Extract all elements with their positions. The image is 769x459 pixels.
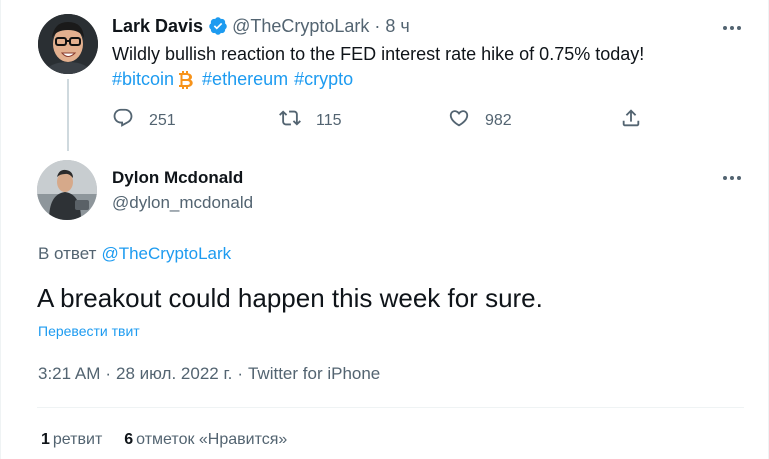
likes-count: 6 [124, 431, 134, 448]
thread-connector-line [67, 79, 69, 151]
retweet-count: 115 [316, 111, 342, 129]
retweet-button[interactable]: 115 [279, 107, 342, 134]
tweet-metadata: 3:21 AM · 28 июл. 2022 г. · Twitter for iPho… [38, 362, 380, 386]
bitcoin-emoji-icon [177, 69, 195, 89]
more-options-icon[interactable] [720, 16, 744, 40]
separator-dot: · [105, 364, 112, 383]
share-button[interactable] [620, 107, 642, 134]
parent-tweet[interactable]: Lark Davis @TheCryptoLark · 8 ч Wildly b… [1, 0, 768, 151]
parent-tweet-header: Lark Davis @TheCryptoLark · 8 ч [112, 14, 410, 38]
hashtag-ethereum[interactable]: #ethereum [202, 67, 288, 91]
reply-button[interactable]: 251 [112, 107, 176, 134]
lark-davis-avatar[interactable] [38, 14, 98, 74]
verified-badge-icon [208, 16, 228, 36]
tweet-date[interactable]: 28 июл. 2022 г. [116, 364, 232, 383]
retweets-stat[interactable]: 1 ретвит [41, 429, 102, 451]
tweet-timestamp[interactable]: 3:21 AM [38, 364, 100, 383]
author-name[interactable]: Dylon Mcdonald [112, 166, 243, 190]
avatar-photo [38, 14, 98, 74]
separator-dot: · [237, 364, 243, 383]
parent-tweet-hashtags: #bitcoin #ethereum #crypto [112, 67, 353, 91]
like-count: 982 [485, 111, 512, 129]
more-options-icon[interactable] [720, 166, 744, 190]
retweet-icon [279, 107, 301, 134]
replying-to-handle-link[interactable]: @TheCryptoLark [101, 244, 231, 263]
replying-to: В ответ @TheCryptoLark [38, 242, 231, 266]
hashtag-bitcoin[interactable]: #bitcoin [112, 67, 174, 91]
likes-label: отметок «Нравится» [136, 431, 288, 448]
divider [37, 407, 744, 408]
tweet-thread: Lark Davis @TheCryptoLark · 8 ч Wildly b… [0, 0, 769, 459]
heart-icon [448, 107, 470, 134]
dylon-mcdonald-avatar[interactable] [37, 160, 97, 220]
separator-dot: · [374, 16, 381, 36]
hashtag-crypto[interactable]: #crypto [294, 67, 353, 91]
reply-count: 251 [149, 111, 176, 129]
replying-to-label: В ответ [38, 244, 97, 263]
parent-tweet-actions: 251 115 982 [112, 107, 652, 135]
tweet-time[interactable]: 8 ч [385, 14, 409, 38]
likes-stat[interactable]: 6 отметок «Нравится» [124, 429, 287, 451]
author-handle[interactable]: @dylon_mcdonald [112, 191, 253, 215]
parent-tweet-text: Wildly bullish reaction to the FED inter… [112, 44, 645, 64]
like-button[interactable]: 982 [448, 107, 512, 134]
retweets-label: ретвит [52, 431, 103, 448]
author-name[interactable]: Lark Davis [112, 14, 203, 38]
retweets-count: 1 [41, 431, 50, 448]
translate-tweet-link[interactable]: Перевести твит [38, 321, 140, 341]
reply-icon [112, 107, 134, 134]
avatar-photo [37, 160, 97, 220]
focused-tweet-text: A breakout could happen this week for su… [37, 283, 543, 313]
tweet-source[interactable]: Twitter for iPhone [248, 364, 380, 383]
author-handle[interactable]: @TheCryptoLark [232, 14, 369, 38]
share-icon [620, 107, 642, 134]
engagement-stats: 1 ретвит 6 отметок «Нравится» [41, 429, 287, 451]
